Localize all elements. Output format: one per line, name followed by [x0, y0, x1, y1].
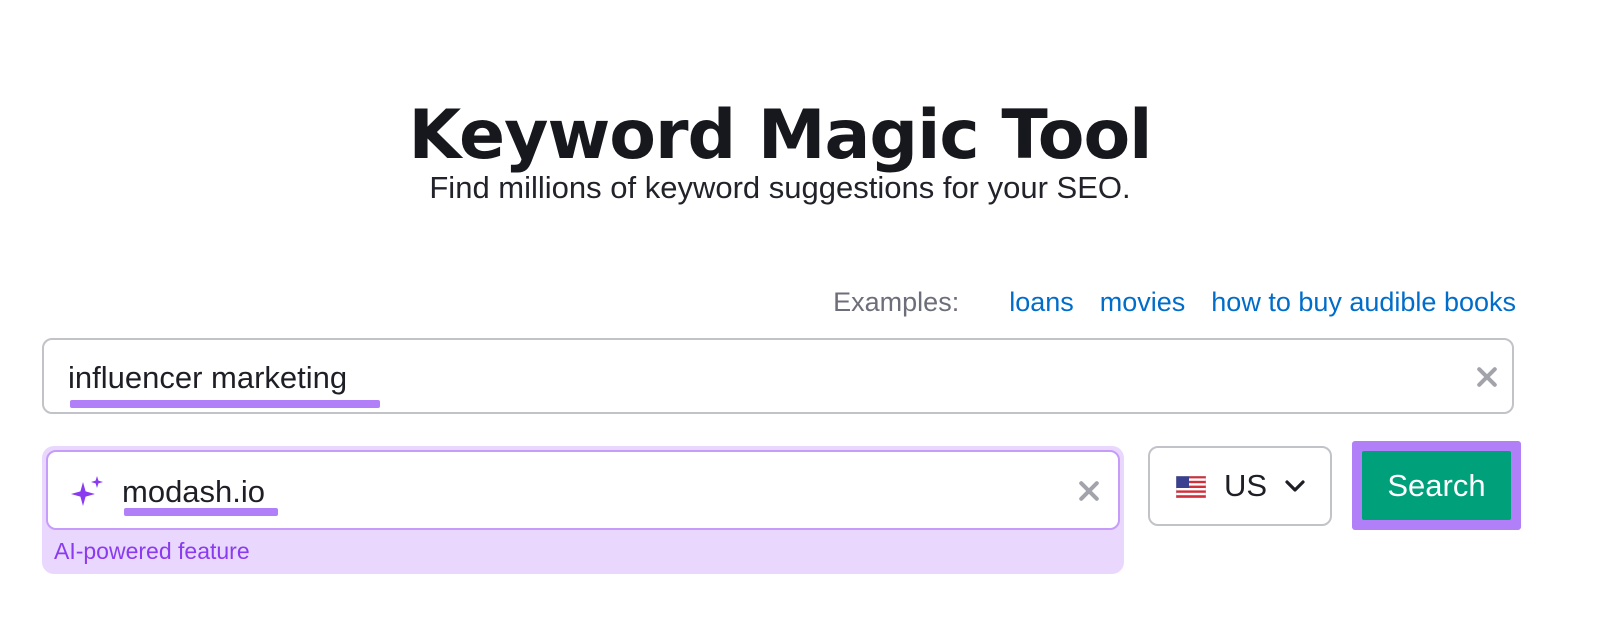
- chevron-down-icon: [1285, 480, 1305, 492]
- examples-row: Examples: loans movies how to buy audibl…: [833, 282, 1516, 322]
- keyword-input[interactable]: influencer marketing: [42, 338, 1514, 414]
- search-button[interactable]: Search: [1362, 451, 1511, 520]
- ai-feature-caption: AI-powered feature: [54, 538, 250, 564]
- country-code: US: [1224, 468, 1268, 503]
- domain-input-value: modash.io: [122, 474, 266, 509]
- domain-highlight-underline: [124, 508, 278, 516]
- sparkle-icon: [71, 476, 103, 506]
- us-flag-icon: [1176, 476, 1206, 498]
- keyword-input-value: influencer marketing: [68, 360, 348, 395]
- ai-domain-panel: modash.io AI-powered feature: [42, 446, 1124, 574]
- keyword-highlight-underline: [70, 400, 380, 408]
- page-subtitle: Find millions of keyword suggestions for…: [429, 170, 1131, 205]
- country-select[interactable]: US: [1148, 446, 1332, 526]
- example-link-loans[interactable]: loans: [1009, 282, 1074, 322]
- close-icon[interactable]: [1076, 478, 1102, 504]
- example-link-audible-books[interactable]: how to buy audible books: [1211, 282, 1516, 322]
- close-icon[interactable]: [1474, 364, 1500, 390]
- example-link-movies[interactable]: movies: [1100, 282, 1186, 322]
- domain-input[interactable]: modash.io: [46, 450, 1120, 530]
- examples-label: Examples:: [833, 287, 960, 317]
